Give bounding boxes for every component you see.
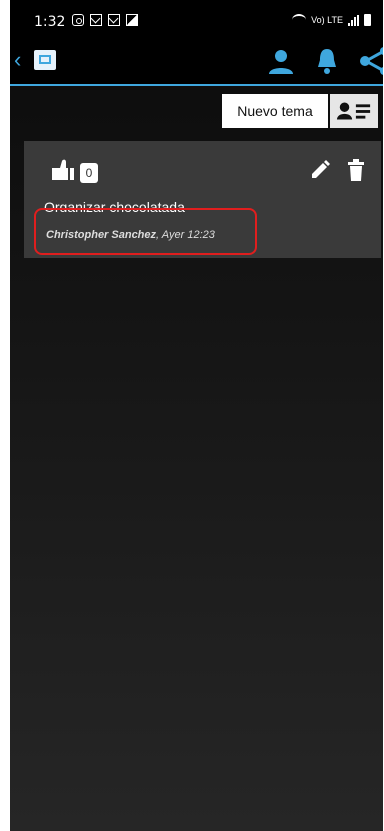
topic-title[interactable]: Organizar chocolatada: [44, 199, 185, 212]
share-icon[interactable]: [357, 46, 383, 76]
network-label: Vo) LTE: [311, 15, 343, 25]
app-logo[interactable]: [34, 50, 56, 70]
bell-icon[interactable]: [311, 46, 343, 76]
status-bar: 1:32 Vo) LTE: [10, 0, 383, 38]
edit-icon[interactable]: [309, 159, 331, 186]
thumbs-up-icon[interactable]: [48, 159, 76, 186]
contact-card-icon: [336, 102, 371, 120]
battery-icon: [364, 14, 371, 26]
topic-time: Ayer 12:23: [161, 229, 215, 241]
notification-icons: [72, 14, 138, 26]
trash-icon[interactable]: [347, 159, 365, 186]
person-icon[interactable]: [265, 46, 297, 76]
new-topic-button[interactable]: Nuevo tema: [222, 94, 328, 128]
status-time: 1:32: [34, 14, 66, 30]
topic-meta: Christopher Sanchez, Ayer 12:23: [46, 229, 215, 241]
gmail-icon-2: [108, 14, 120, 26]
topic-card[interactable]: 0 Organizar chocolatada Christopher Sanc…: [24, 141, 381, 258]
gallery-icon: [126, 14, 138, 26]
contacts-button[interactable]: [330, 94, 378, 128]
app-screen: 1:32 Vo) LTE ‹ Nuevo tema 0 Organizar ch…: [10, 0, 383, 831]
instagram-icon: [72, 14, 84, 26]
signal-icon: [348, 14, 359, 26]
system-icons: Vo) LTE: [292, 14, 371, 26]
back-arrow-icon[interactable]: ‹: [14, 49, 34, 71]
gmail-icon: [90, 14, 102, 26]
like-count: 0: [80, 162, 98, 183]
wifi-icon: [292, 14, 307, 26]
topic-author: Christopher Sanchez: [46, 229, 157, 241]
like-group: 0: [48, 159, 98, 186]
app-bar: ‹: [10, 38, 383, 86]
